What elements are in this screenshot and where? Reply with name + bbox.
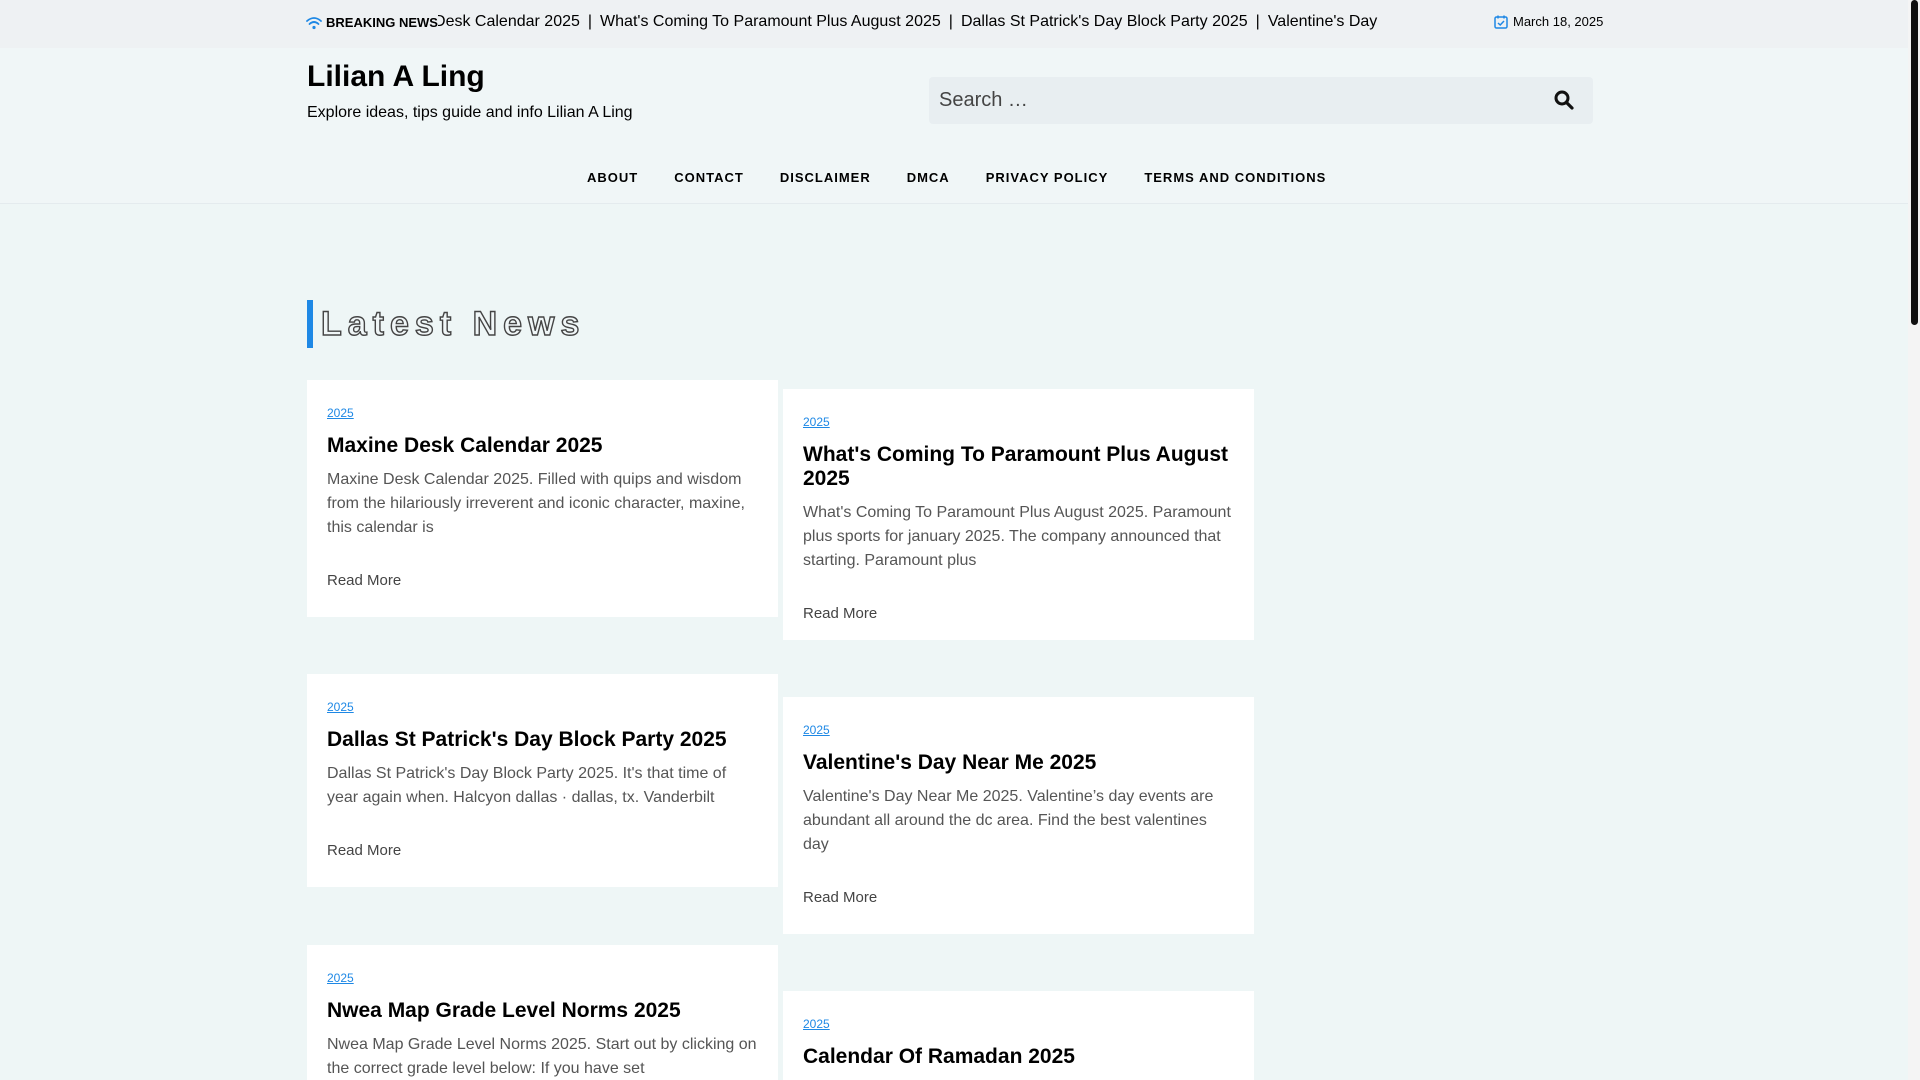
nav-item-about[interactable]: ABOUT: [587, 170, 656, 185]
post-category[interactable]: 2025: [327, 700, 758, 714]
nav-item-terms[interactable]: TERMS AND CONDITIONS: [1126, 170, 1344, 185]
wifi-icon: [306, 16, 322, 29]
ticker-item[interactable]: Dallas St Patrick's Day Block Party 2025: [961, 13, 1256, 31]
read-more-link[interactable]: Read More: [803, 605, 1234, 622]
date-text: March 18, 2025: [1513, 14, 1604, 29]
ticker-separator: |: [587, 13, 593, 30]
nav-item-privacy-policy[interactable]: PRIVACY POLICY: [968, 170, 1127, 185]
content-area: [0, 204, 1908, 1080]
post-title[interactable]: Dallas St Patrick's Day Block Party 2025: [327, 728, 758, 752]
post-category[interactable]: 2025: [803, 723, 1234, 737]
ticker-separator: |: [1255, 13, 1260, 30]
post-excerpt: Maxine Desk Calendar 2025. Filled with q…: [327, 471, 745, 536]
section-title-text: Latest News: [320, 304, 586, 343]
ticker-separator: |: [948, 13, 953, 30]
read-more-link[interactable]: Read More: [803, 889, 1234, 906]
post-card: 2025 Valentine's Day Near Me 2025 Valent…: [783, 697, 1254, 934]
post-title[interactable]: What's Coming To Paramount Plus August 2…: [803, 443, 1234, 491]
post-card: 2025 Maxine Desk Calendar 2025 Maxine De…: [307, 380, 778, 617]
post-excerpt: Nwea Map Grade Level Norms 2025. Start o…: [327, 1036, 757, 1077]
nav-menu: ABOUT CONTACT DISCLAIMER DMCA PRIVACY PO…: [587, 170, 1344, 185]
calendar-check-icon: [1494, 15, 1508, 29]
scrollbar-thumb[interactable]: [1911, 0, 1918, 325]
post-category[interactable]: 2025: [327, 971, 758, 985]
post-excerpt: What's Coming To Paramount Plus August 2…: [803, 504, 1231, 569]
post-category[interactable]: 2025: [803, 1017, 1234, 1031]
top-bar: BREAKING NEWS Maxine Desk Calendar 2025 …: [0, 0, 1908, 48]
post-card: 2025 What's Coming To Paramount Plus Aug…: [783, 389, 1254, 640]
post-card: 2025 Calendar Of Ramadan 2025: [783, 991, 1254, 1080]
breaking-news-text: BREAKING NEWS: [326, 15, 438, 30]
post-card: 2025 Dallas St Patrick's Day Block Party…: [307, 674, 778, 887]
site-tagline: Explore ideas, tips guide and info Lilia…: [307, 104, 633, 121]
section-accent-bar: [307, 300, 313, 348]
read-more-link[interactable]: Read More: [327, 842, 758, 859]
site-title[interactable]: Lilian A Ling: [307, 60, 485, 94]
post-excerpt: Valentine's Day Near Me 2025. Valentine’…: [803, 788, 1214, 853]
ticker-track: Maxine Desk Calendar 2025 | What's Comin…: [438, 13, 1382, 31]
ticker-item[interactable]: What's Coming To Paramount Plus August 2…: [600, 13, 949, 31]
post-category[interactable]: 2025: [327, 406, 758, 420]
ticker-item[interactable]: Maxine Desk Calendar 2025: [438, 13, 588, 31]
post-title[interactable]: Maxine Desk Calendar 2025: [327, 434, 758, 458]
post-title[interactable]: Valentine's Day Near Me 2025: [803, 751, 1234, 775]
news-ticker: Maxine Desk Calendar 2025 | What's Comin…: [438, 13, 1382, 35]
page-scrollbar[interactable]: [1908, 0, 1920, 1080]
breaking-news-label: BREAKING NEWS: [306, 15, 438, 30]
current-date: March 18, 2025: [1494, 14, 1603, 29]
post-excerpt: Dallas St Patrick's Day Block Party 2025…: [327, 765, 727, 806]
post-title[interactable]: Calendar Of Ramadan 2025: [803, 1045, 1234, 1069]
main-navigation: ABOUT CONTACT DISCLAIMER DMCA PRIVACY PO…: [0, 154, 1908, 204]
section-heading: Latest News: [307, 300, 585, 348]
search-icon[interactable]: [1553, 89, 1575, 111]
search-input[interactable]: [939, 77, 1519, 124]
ticker-item[interactable]: Valentine's Day Near Me 2025: [1268, 13, 1382, 31]
nav-item-dmca[interactable]: DMCA: [889, 170, 968, 185]
read-more-link[interactable]: Read More: [327, 572, 758, 589]
post-category[interactable]: 2025: [803, 415, 1234, 429]
nav-item-contact[interactable]: CONTACT: [656, 170, 762, 185]
search-form: [929, 77, 1593, 124]
post-title[interactable]: Nwea Map Grade Level Norms 2025: [327, 999, 758, 1023]
nav-item-disclaimer[interactable]: DISCLAIMER: [762, 170, 889, 185]
post-card: 2025 Nwea Map Grade Level Norms 2025 Nwe…: [307, 945, 778, 1080]
